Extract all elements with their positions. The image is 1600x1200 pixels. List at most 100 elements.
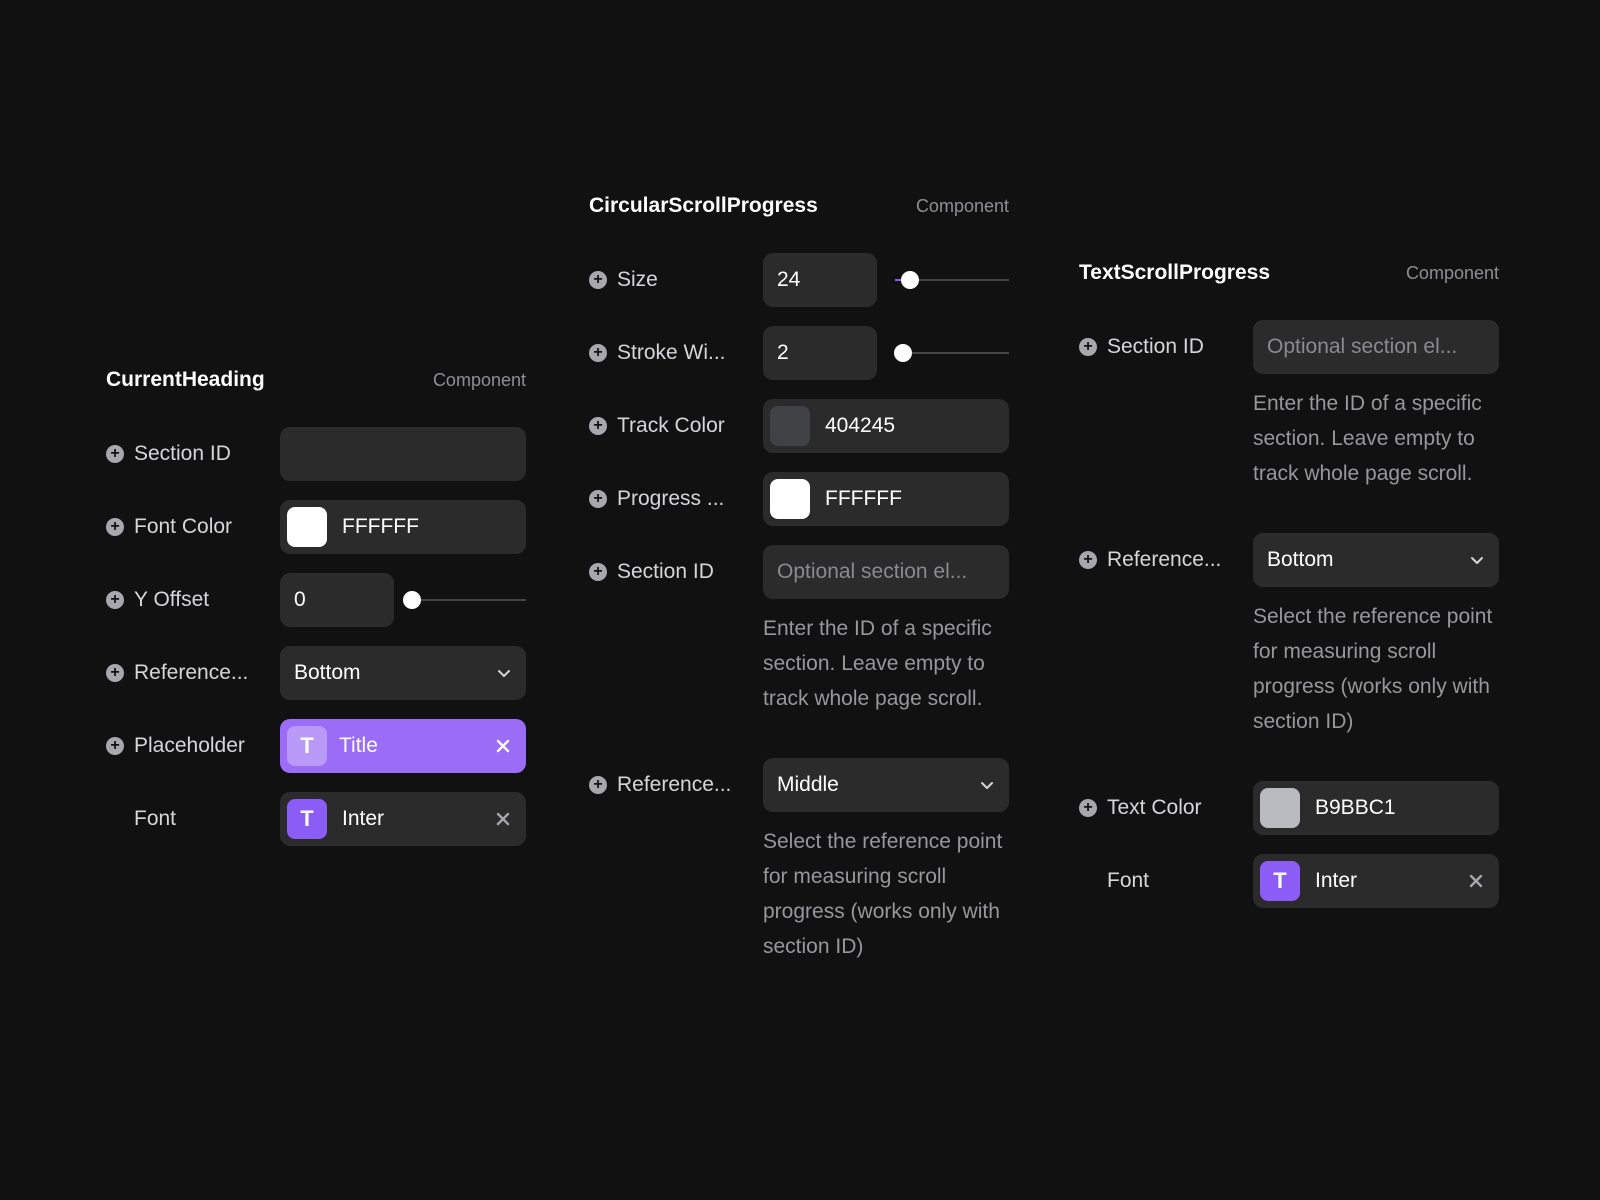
reference-row: + Reference... Bottom — [106, 646, 526, 700]
plus-circle-icon[interactable]: + — [589, 271, 607, 289]
slider-track — [412, 599, 526, 601]
plus-circle-icon[interactable]: + — [589, 490, 607, 508]
plus-circle-icon[interactable]: + — [106, 518, 124, 536]
reference-row: + Reference... Middle — [589, 758, 1009, 812]
font-label: Font — [134, 807, 177, 830]
plus-circle-icon[interactable]: + — [106, 664, 124, 682]
text-color-field[interactable]: B9BBC1 — [1253, 781, 1499, 835]
close-icon[interactable] — [496, 812, 510, 826]
circular-scroll-progress-panel: CircularScrollProgress Component + Size 2… — [589, 193, 1009, 1006]
progress-color-field[interactable]: FFFFFF — [763, 472, 1009, 526]
section-id-label[interactable]: + Section ID — [106, 442, 280, 466]
panel-title: CircularScrollProgress — [589, 194, 818, 217]
stroke-width-label[interactable]: + Stroke Wi... — [589, 341, 763, 365]
reference-select[interactable]: Middle — [763, 758, 1009, 812]
stroke-width-control: 2 — [763, 326, 1009, 380]
color-hex-value[interactable]: 404245 — [825, 414, 895, 438]
font-color-label[interactable]: + Font Color — [106, 515, 280, 539]
font-chip[interactable]: T Inter — [1253, 854, 1499, 908]
select-value: Middle — [777, 773, 839, 796]
plus-circle-icon[interactable]: + — [589, 417, 607, 435]
section-id-label[interactable]: + Section ID — [1079, 335, 1253, 359]
color-swatch[interactable] — [287, 507, 327, 547]
reference-help-text: Select the reference point for measuring… — [1253, 605, 1493, 733]
close-icon[interactable] — [496, 739, 510, 753]
section-id-row: + Section ID — [106, 427, 526, 481]
text-T-icon: T — [287, 799, 327, 839]
color-hex-value[interactable]: FFFFFF — [825, 487, 902, 511]
section-id-input[interactable]: Optional section el... — [1253, 320, 1499, 374]
select-value: Bottom — [294, 661, 361, 684]
progress-color-row: + Progress ... FFFFFF — [589, 472, 1009, 526]
y-offset-input[interactable]: 0 — [280, 573, 394, 627]
track-color-row: + Track Color 404245 — [589, 399, 1009, 453]
reference-help-text: Select the reference point for measuring… — [763, 830, 1003, 958]
plus-circle-icon[interactable]: + — [106, 445, 124, 463]
chevron-down-icon — [498, 670, 510, 677]
reference-label[interactable]: + Reference... — [589, 773, 763, 797]
font-row: Font T Inter — [106, 792, 526, 846]
plus-circle-icon[interactable]: + — [589, 344, 607, 362]
track-color-label[interactable]: + Track Color — [589, 414, 763, 438]
section-id-row: + Section ID Optional section el... — [1079, 320, 1499, 374]
y-offset-label[interactable]: + Y Offset — [106, 588, 280, 612]
reference-select[interactable]: Bottom — [280, 646, 526, 700]
font-chip[interactable]: T Inter — [280, 792, 526, 846]
plus-circle-icon[interactable]: + — [1079, 799, 1097, 817]
placeholder-label[interactable]: + Placeholder — [106, 734, 280, 758]
plus-circle-icon[interactable]: + — [106, 737, 124, 755]
text-color-label[interactable]: + Text Color — [1079, 796, 1253, 820]
plus-circle-icon[interactable]: + — [589, 776, 607, 794]
placeholder-row: + Placeholder T Title — [106, 719, 526, 773]
font-color-field[interactable]: FFFFFF — [280, 500, 526, 554]
panel-title: TextScrollProgress — [1079, 261, 1271, 284]
section-id-label[interactable]: + Section ID — [589, 560, 763, 584]
color-swatch[interactable] — [770, 479, 810, 519]
stroke-width-input[interactable]: 2 — [763, 326, 877, 380]
track-color-field[interactable]: 404245 — [763, 399, 1009, 453]
component-type-label: Component — [432, 369, 526, 390]
chevron-down-icon — [1471, 557, 1483, 564]
progress-color-label[interactable]: + Progress ... — [589, 487, 763, 511]
reference-label[interactable]: + Reference... — [1079, 548, 1253, 572]
placeholder-chip[interactable]: T Title — [280, 719, 526, 773]
slider-knob[interactable] — [403, 591, 421, 609]
section-id-help-text: Enter the ID of a specific section. Leav… — [1253, 392, 1482, 485]
reference-select[interactable]: Bottom — [1253, 533, 1499, 587]
plus-circle-icon[interactable]: + — [1079, 551, 1097, 569]
slider-track — [895, 352, 1009, 354]
section-id-input[interactable] — [280, 427, 526, 481]
size-row: + Size 24 — [589, 253, 1009, 307]
close-icon[interactable] — [1469, 874, 1483, 888]
y-offset-control: 0 — [280, 573, 526, 627]
chip-label: Inter — [1315, 869, 1358, 892]
slider-knob[interactable] — [900, 271, 919, 289]
select-value: Bottom — [1267, 548, 1334, 571]
plus-circle-icon[interactable]: + — [1079, 338, 1097, 356]
size-control: 24 — [763, 253, 1009, 307]
plus-circle-icon[interactable]: + — [589, 563, 607, 581]
slider-knob[interactable] — [893, 344, 912, 362]
component-type-label: Component — [915, 195, 1009, 216]
plus-circle-icon[interactable]: + — [106, 591, 124, 609]
text-color-row: + Text Color B9BBC1 — [1079, 781, 1499, 835]
font-row: Font T Inter — [1079, 854, 1499, 908]
size-slider[interactable] — [895, 270, 1009, 290]
current-heading-panel: CurrentHeading Component + Section ID + Fo… — [106, 367, 526, 865]
size-input[interactable]: 24 — [763, 253, 877, 307]
color-hex-value[interactable]: B9BBC1 — [1315, 796, 1396, 820]
panel-header: CurrentHeading Component — [106, 367, 526, 393]
stroke-width-slider[interactable] — [893, 343, 1009, 363]
reference-label[interactable]: + Reference... — [106, 661, 280, 685]
panel-header: TextScrollProgress Component — [1079, 260, 1499, 286]
section-id-input[interactable]: Optional section el... — [763, 545, 1009, 599]
color-swatch[interactable] — [770, 406, 810, 446]
reference-row: + Reference... Bottom — [1079, 533, 1499, 587]
size-label[interactable]: + Size — [589, 268, 763, 292]
section-id-row: + Section ID Optional section el... — [589, 545, 1009, 599]
color-hex-value[interactable]: FFFFFF — [342, 515, 419, 539]
chip-label: Title — [339, 734, 378, 757]
y-offset-slider[interactable] — [403, 590, 526, 610]
color-swatch[interactable] — [1260, 788, 1300, 828]
section-id-help-text: Enter the ID of a specific section. Leav… — [763, 617, 992, 710]
